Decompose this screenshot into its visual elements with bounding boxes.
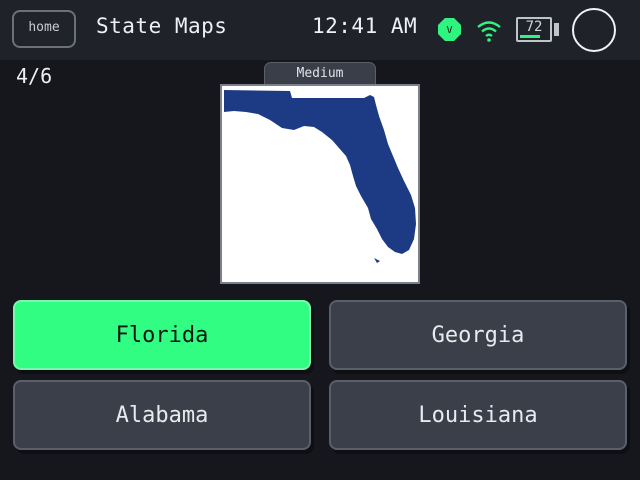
battery-level-fill xyxy=(520,35,540,38)
battery-percent: 72 xyxy=(525,19,543,35)
answer-label: Florida xyxy=(115,322,209,348)
question-progress: 4/6 xyxy=(16,64,53,88)
answer-button-georgia[interactable]: Georgia xyxy=(329,300,627,370)
answer-button-louisiana[interactable]: Louisiana xyxy=(329,380,627,450)
home-button[interactable]: home xyxy=(12,10,76,48)
florida-map-shape xyxy=(224,90,416,263)
clock: 12:41 AM xyxy=(312,14,418,38)
battery-nub xyxy=(554,23,559,36)
answer-button-florida[interactable]: Florida xyxy=(13,300,311,370)
state-map-image xyxy=(220,84,420,284)
app-title: State Maps xyxy=(96,14,228,38)
answer-label: Louisiana xyxy=(418,402,538,428)
circle-button[interactable] xyxy=(572,8,616,52)
home-button-label: home xyxy=(28,20,60,35)
vpn-badge-text: V xyxy=(446,25,452,36)
difficulty-tab: Medium xyxy=(264,62,376,86)
vpn-icon: V xyxy=(438,18,461,41)
top-bar: home State Maps 12:41 AM V 72 xyxy=(0,0,640,60)
wifi-icon xyxy=(477,21,501,42)
answer-button-alabama[interactable]: Alabama xyxy=(13,380,311,450)
answer-label: Georgia xyxy=(431,322,525,348)
battery-icon: 72 xyxy=(516,17,552,42)
answer-label: Alabama xyxy=(115,402,209,428)
